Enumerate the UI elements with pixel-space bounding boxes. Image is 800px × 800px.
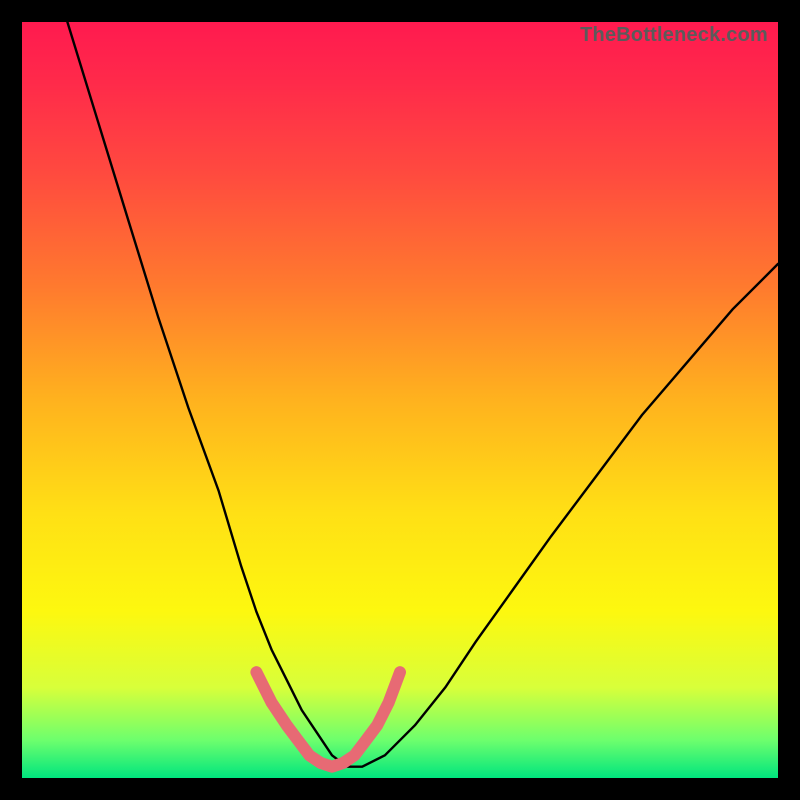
curve-layer bbox=[22, 22, 778, 778]
plot-area: TheBottleneck.com bbox=[22, 22, 778, 778]
black-curve-path bbox=[67, 22, 778, 767]
pink-arc-path bbox=[256, 672, 400, 767]
chart-frame: TheBottleneck.com bbox=[0, 0, 800, 800]
